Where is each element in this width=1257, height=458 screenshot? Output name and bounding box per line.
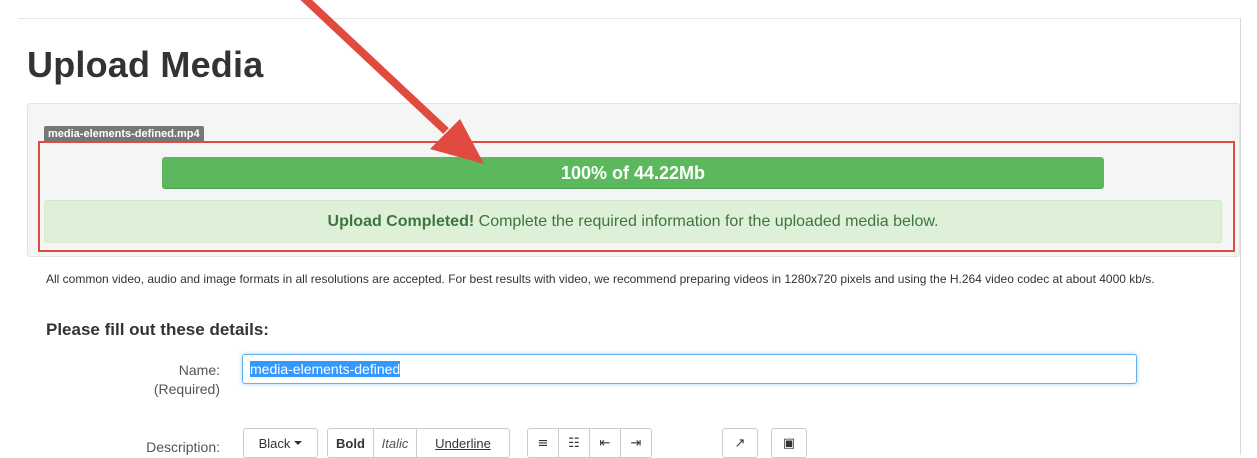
upload-status-alert: Upload Completed! Complete the required …: [44, 200, 1222, 243]
color-dropdown-button[interactable]: Black: [243, 428, 318, 458]
progress-text: 100% of 44.22Mb: [560, 163, 706, 183]
name-input[interactable]: media-elements-defined: [242, 354, 1137, 384]
name-label-text: Name:: [178, 362, 220, 378]
bullet-list-icon[interactable]: ≡: [527, 428, 559, 458]
top-divider: [18, 18, 1240, 19]
numbered-list-icon[interactable]: ☷: [558, 428, 590, 458]
list-group: ≡ ☷ ⇤ ⇥: [527, 428, 652, 458]
name-required-text: (Required): [153, 381, 220, 397]
page-title: Upload Media: [27, 44, 264, 85]
accepted-formats-text: All common video, audio and image format…: [46, 272, 1155, 286]
link-group: ↗: [722, 428, 758, 458]
right-divider: [1240, 18, 1241, 455]
upload-progress-bar: 100% of 44.22Mb: [162, 157, 1104, 189]
image-icon[interactable]: ▣: [771, 428, 807, 458]
indent-icon[interactable]: ⇥: [620, 428, 652, 458]
file-name-badge: media-elements-defined.mp4: [44, 126, 204, 143]
status-message: Complete the required information for th…: [474, 213, 939, 230]
form-section-title: Please fill out these details:: [46, 320, 269, 339]
outdent-icon[interactable]: ⇤: [589, 428, 621, 458]
caret-down-icon: [294, 441, 303, 445]
image-group: ▣: [771, 428, 807, 458]
format-group: Bold Italic Underline: [327, 428, 510, 458]
link-icon[interactable]: ↗: [722, 428, 758, 458]
italic-button[interactable]: Italic: [373, 428, 417, 458]
status-strong: Upload Completed!: [327, 213, 475, 230]
name-label: Name: (Required): [120, 361, 220, 399]
underline-button[interactable]: Underline: [416, 428, 510, 458]
description-label: Description:: [146, 439, 220, 455]
name-input-value: media-elements-defined: [250, 361, 401, 377]
color-group: Black: [243, 428, 318, 458]
color-label: Black: [258, 435, 291, 451]
bold-button[interactable]: Bold: [327, 428, 374, 458]
